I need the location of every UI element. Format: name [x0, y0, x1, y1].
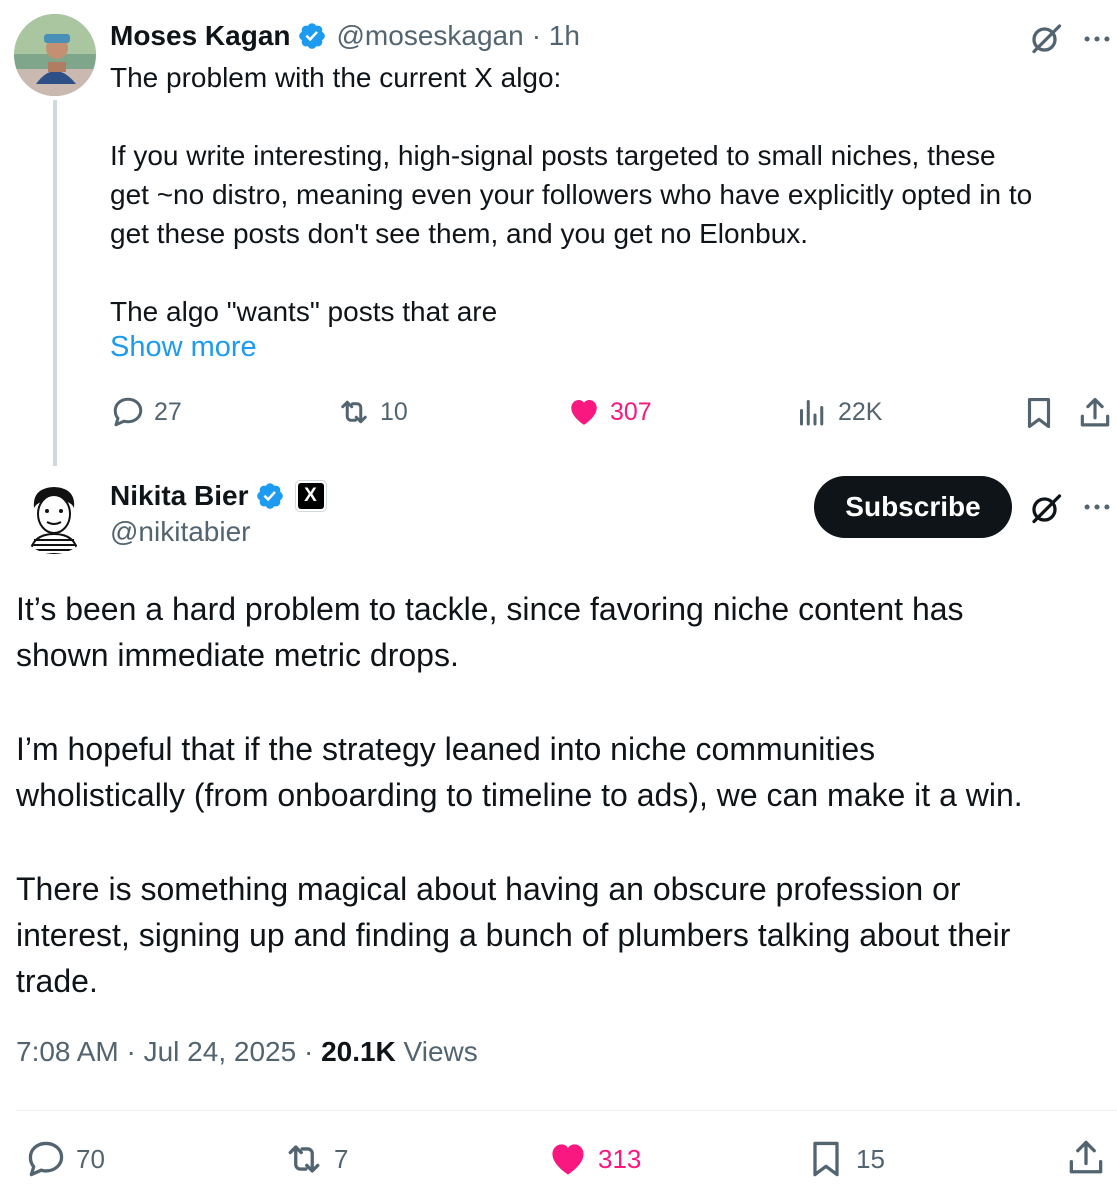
like-count: 307 [610, 397, 652, 426]
author-handle[interactable]: @moseskagan [337, 20, 524, 52]
reply-button[interactable]: 27 [110, 392, 182, 432]
text-line: If you write interesting, high-signal po… [110, 140, 996, 171]
grok-icon[interactable] [1028, 20, 1064, 56]
main-tweet-text: It’s been a hard problem to tackle, sinc… [16, 586, 1111, 1004]
views-count: 20.1K [321, 1036, 396, 1067]
divider [16, 1110, 1117, 1111]
repost-button[interactable]: 7 [282, 1136, 348, 1182]
repost-button[interactable]: 10 [336, 392, 408, 432]
heart-filled-icon [552, 1144, 584, 1175]
reply-button[interactable]: 70 [24, 1136, 105, 1182]
author-name[interactable]: Moses Kagan [110, 20, 291, 52]
reply-count: 70 [76, 1143, 105, 1174]
text-line: I’m hopeful that if the strategy leaned … [16, 731, 876, 767]
views-analytics-icon [800, 400, 824, 426]
thread-connector-line [53, 100, 57, 466]
text-line: get these posts don't see them, and you … [110, 218, 809, 249]
text-line: It’s been a hard problem to tackle, sinc… [16, 591, 964, 627]
text-line: wholistically (from onboarding to timeli… [16, 777, 1023, 813]
views-button[interactable]: 22K [794, 392, 882, 432]
x-affiliate-badge[interactable]: X [294, 480, 327, 512]
parent-tweet-header: Moses Kagan @moseskagan · 1h [110, 16, 580, 56]
tweet-metadata: 7:08 AM · Jul 24, 2025 · 20.1K Views [16, 1036, 478, 1068]
parent-tweet-text: The problem with the current X algo: If … [110, 58, 1110, 331]
bookmark-button[interactable]: 15 [804, 1136, 885, 1182]
author-handle[interactable]: @nikitabier [110, 516, 250, 548]
subscribe-button[interactable]: Subscribe [814, 476, 1012, 538]
verified-badge-icon [298, 23, 325, 49]
reply-icon [113, 397, 143, 427]
repost-icon [341, 400, 367, 424]
bookmark-count: 15 [856, 1143, 885, 1174]
like-count: 313 [598, 1143, 642, 1174]
text-line: trade. [16, 963, 98, 999]
share-icon[interactable] [1064, 1136, 1108, 1180]
text-line: The algo "wants" posts that are [110, 296, 498, 327]
main-tweet-header: Nikita Bier X [110, 476, 327, 516]
views-count: 22K [838, 397, 883, 426]
share-icon[interactable] [1076, 394, 1114, 432]
like-button[interactable]: 307 [566, 392, 652, 432]
avatar-moses-kagan[interactable] [14, 14, 96, 96]
more-options-icon[interactable] [1080, 490, 1114, 524]
like-button[interactable]: 313 [546, 1136, 641, 1182]
text-line: interest, signing up and finding a bunch… [16, 917, 1011, 953]
bookmark-icon[interactable] [1020, 394, 1058, 432]
verified-badge-icon [256, 483, 283, 509]
views-label: Views [395, 1036, 478, 1067]
bookmark-icon [813, 1141, 839, 1177]
more-options-icon[interactable] [1080, 22, 1114, 56]
author-name[interactable]: Nikita Bier [110, 480, 249, 512]
post-time[interactable]: · 1h [532, 20, 580, 52]
text-line: There is something magical about having … [16, 871, 961, 907]
x-logo-icon: X [297, 483, 324, 509]
avatar-nikita-bier[interactable] [16, 478, 92, 554]
grok-icon[interactable] [1028, 490, 1064, 526]
reply-icon [28, 1141, 64, 1177]
text-line: shown immediate metric drops. [16, 637, 459, 673]
reply-count: 27 [154, 397, 182, 426]
heart-filled-icon [571, 400, 597, 425]
repost-count: 10 [380, 397, 408, 426]
text-line: The problem with the current X algo: [110, 62, 562, 93]
show-more-link[interactable]: Show more [110, 331, 257, 364]
timestamp[interactable]: 7:08 AM · Jul 24, 2025 · [16, 1036, 321, 1067]
repost-icon [288, 1145, 320, 1173]
repost-count: 7 [334, 1143, 349, 1174]
text-line: get ~no distro, meaning even your follow… [110, 179, 1033, 210]
